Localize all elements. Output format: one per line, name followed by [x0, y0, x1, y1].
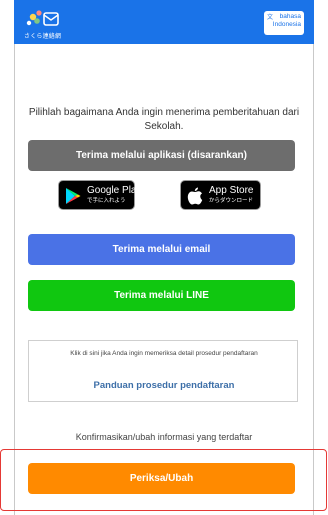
guide-note: Klik di sini jika Anda ingin memeriksa d…	[70, 350, 258, 357]
language-button[interactable]: 文 bahasa Indonesia	[264, 11, 304, 35]
google-play-subtext: で手に入れよう	[87, 198, 126, 204]
receive-via-app-button[interactable]: Terima melalui aplikasi (disarankan)	[28, 140, 295, 171]
apple-icon	[187, 187, 203, 205]
app-store-name: App Store	[209, 185, 254, 196]
app-store-badge[interactable]: App Store からダウンロード	[180, 180, 261, 210]
check-change-button[interactable]: Periksa/Ubah	[28, 463, 295, 494]
registration-guide-link[interactable]: Panduan prosedur pendaftaran	[29, 380, 299, 391]
google-play-badge[interactable]: Google Play で手に入れよう	[58, 180, 141, 210]
logo-text: さくら連絡網	[24, 33, 62, 40]
confirm-info-text: Konfirmasikan/ubah informasi yang terdaf…	[75, 432, 253, 442]
app-header: さくら連絡網 文 bahasa Indonesia	[14, 0, 314, 44]
language-label-line2: Indonesia	[272, 21, 301, 28]
registration-guide-box: Klik di sini jika Anda ingin memeriksa d…	[28, 340, 298, 402]
receive-via-line-button[interactable]: Terima melalui LINE	[28, 280, 295, 311]
google-play-name: Google Play	[87, 185, 142, 196]
intro-text: Pilihlah bagaimana Anda ingin menerima p…	[28, 107, 300, 132]
app-store-subtext: からダウンロード	[209, 198, 254, 204]
receive-via-email-button[interactable]: Terima melalui email	[28, 234, 295, 265]
google-play-icon	[66, 188, 81, 204]
translate-icon: 文	[267, 15, 274, 21]
